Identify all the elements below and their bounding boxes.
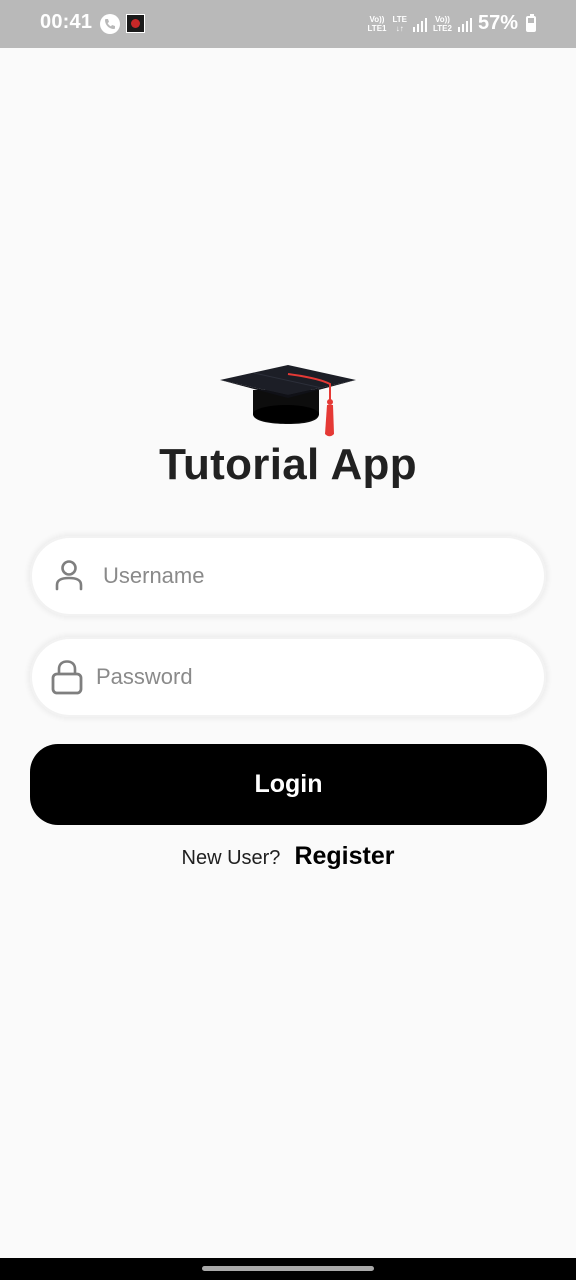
- password-field[interactable]: [30, 637, 546, 717]
- username-field[interactable]: [30, 536, 546, 616]
- username-input[interactable]: [103, 536, 516, 616]
- password-input[interactable]: [96, 637, 516, 717]
- register-row: New User? Register: [0, 842, 576, 871]
- download-app-icon: [126, 14, 145, 33]
- app-title: Tutorial App: [159, 440, 417, 489]
- navigation-bar: [0, 1258, 576, 1280]
- phone-call-icon: [100, 14, 120, 34]
- battery-percent: 57%: [477, 12, 518, 34]
- signal-strength-icon: [413, 16, 427, 32]
- status-bar: 00:41 Vo)) LTE1 LTE ↓↑ Vo)) LTE2 57%: [0, 0, 576, 48]
- lock-icon: [51, 660, 83, 695]
- volte-sim2-label: Vo)) LTE2: [433, 14, 452, 33]
- graduation-cap-icon: [220, 365, 356, 437]
- login-button[interactable]: Login: [30, 744, 547, 825]
- status-time: 00:41: [40, 11, 93, 33]
- battery-icon: [526, 13, 536, 32]
- volte-sim1-label: Vo)) LTE1: [367, 14, 387, 33]
- battery-fill: [528, 22, 534, 30]
- status-indicators: Vo)) LTE1 LTE ↓↑ Vo)) LTE2 57%: [368, 12, 536, 35]
- signal-strength-icon: [457, 16, 472, 32]
- register-link[interactable]: Register: [294, 842, 394, 871]
- login-screen: 00:41 Vo)) LTE1 LTE ↓↑ Vo)) LTE2 57% Tut…: [0, 0, 576, 1280]
- home-indicator[interactable]: [202, 1266, 374, 1271]
- user-icon: [55, 560, 83, 591]
- lte-data-label: LTE ↓↑: [392, 14, 407, 33]
- new-user-text: New User?: [181, 847, 281, 869]
